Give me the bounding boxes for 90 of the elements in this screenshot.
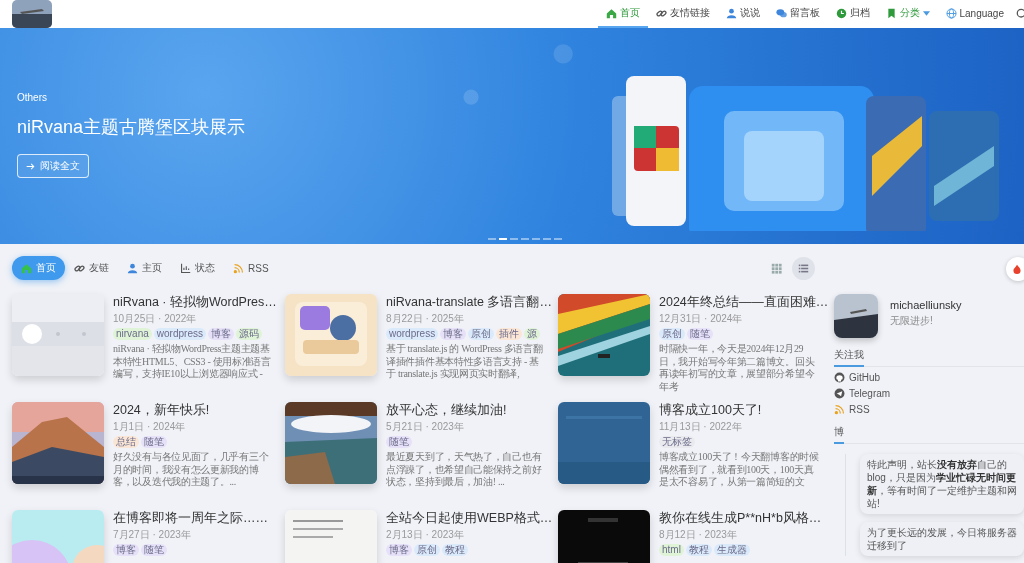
chat-bubbles-icon (775, 7, 787, 19)
post-tag[interactable]: wordpress (386, 328, 439, 340)
post-tag[interactable]: 博客 (440, 328, 467, 340)
post-title[interactable]: niRvana · 轻拟物WordPres… (113, 294, 277, 311)
post-excerpt: 最近夏天到了，天气热了，自己也有点浮躁了，也希望自己能保持之前好状态，坚持到最后，加油! ... (386, 451, 543, 489)
note-bubble: 为了更长远的发展，今日将服务器迁移到了 (860, 522, 1024, 556)
nav-link[interactable]: 归档 (827, 0, 878, 28)
post-tag[interactable]: 原创 (659, 328, 685, 340)
post-tag[interactable]: 博客 (386, 544, 412, 556)
note-bubble: 特此声明，站长没有放弃自己的blog，只是因为学业忙碌无时间更新，等有时间了一定维护主题和网站! (860, 454, 1024, 514)
chart-icon (180, 262, 191, 274)
home-icon (605, 7, 617, 19)
post-title[interactable]: 博客成立100天了! (659, 402, 762, 419)
post-tag[interactable]: 博客 (207, 328, 234, 340)
list-view-button[interactable] (792, 256, 815, 280)
arrow-right-icon (26, 161, 35, 171)
post-title[interactable]: 在博客即将一周年之际…… (113, 510, 268, 527)
post-date: 10月25日 · 2022年 (113, 312, 197, 326)
post-excerpt: 基于 translate.js 的 WordPress 多语言翻译插件插件基本特性多语言支持 - 基于 translate.js 实现网页实时翻译, (386, 343, 544, 381)
bookmark-icon (885, 7, 897, 19)
social-link[interactable]: Telegram (834, 388, 891, 399)
nav-link[interactable]: 留言板 (767, 0, 828, 28)
social-link[interactable]: RSS (834, 404, 870, 415)
post-tag[interactable]: 随笔 (687, 328, 713, 340)
post-tag[interactable]: 生成器 (713, 544, 750, 556)
nav-link[interactable]: 首页 (597, 0, 648, 28)
home-icon (21, 262, 32, 274)
post-tag[interactable]: 原创 (414, 544, 440, 556)
hot-posts-button[interactable] (1006, 257, 1024, 281)
post-title[interactable]: niRvana-translate 多语言翻… (386, 294, 552, 311)
post-tag[interactable]: 教程 (685, 544, 712, 556)
post-tag[interactable]: 原创 (468, 328, 495, 340)
globe-icon (945, 7, 957, 19)
github-icon (834, 372, 845, 383)
post-category: Others (17, 92, 47, 103)
read-more-button[interactable]: 阅读全文 (17, 154, 89, 178)
post-tag[interactable]: nirvana (113, 328, 152, 340)
section-heading: 关注我 (834, 348, 864, 367)
filter-tab[interactable]: 主页 (118, 256, 171, 280)
post-tag[interactable]: 随笔 (386, 436, 412, 448)
filter-tab[interactable]: RSS (224, 257, 278, 279)
clock-icon (835, 7, 847, 19)
post-date: 12月31日 · 2024年 (659, 312, 743, 326)
post-tag[interactable]: 源 (524, 328, 541, 340)
rss-icon (233, 262, 244, 274)
post-title[interactable]: 全站今日起使用WEBP格式… (386, 510, 553, 527)
nav-link[interactable]: 说说 (717, 0, 768, 28)
post-excerpt: niRvana · 轻拟物WordPress主题主题基本特性HTML5、CSS3 - 使用标准语言编写，支持IE10以上浏览器响应式 - (113, 343, 272, 381)
hero-title: niRvana主题古腾堡区块展示 (17, 116, 246, 139)
nav-link[interactable]: Language (937, 0, 1012, 28)
grid-icon (771, 262, 782, 274)
author-motto: 无限进步! (890, 314, 934, 328)
post-date: 11月13日 · 2022年 (659, 420, 742, 434)
paper-plane-icon (834, 388, 845, 399)
post-title[interactable]: 教你在线生成P**nH*b风格… (659, 510, 822, 527)
post-date: 8月12日 · 2023年 (659, 528, 737, 542)
post-date: 2月13日 · 2023年 (386, 528, 464, 542)
post-title[interactable]: 2024，新年快乐! (113, 402, 210, 419)
post-tag[interactable]: wordpress (153, 328, 206, 340)
post-tag[interactable]: 博客 (113, 544, 139, 556)
post-title[interactable]: 放平心态，继续加油! (386, 402, 507, 419)
filter-tab[interactable]: 状态 (171, 256, 224, 280)
post-date: 5月21日 · 2023年 (386, 420, 464, 434)
post-tag[interactable]: 无标签 (659, 436, 695, 448)
post-tag[interactable]: 源码 (235, 328, 262, 340)
section-heading: 博 (834, 425, 844, 444)
post-title[interactable]: 2024年终总结——直面困难… (659, 294, 829, 311)
post-excerpt: 好久没有与各位见面了，几乎有三个月的时间，我没有怎么更新我的博客，以及迭代我的主题了。... (113, 451, 270, 489)
nav-link[interactable]: 友情链接 (647, 0, 718, 28)
rss-icon (834, 404, 845, 415)
post-tag[interactable]: 总结 (113, 436, 139, 448)
post-date: 8月22日 · 2025年 (386, 312, 464, 326)
post-date: 7月27日 · 2023年 (113, 528, 191, 542)
social-link[interactable]: GitHub (834, 372, 881, 383)
caret-icon (922, 10, 930, 16)
user-icon (725, 7, 737, 19)
post-excerpt: 博客成立100天了！今天翻博客的时候偶然看到了，就看到100天，100天真是太不容易了，从第一篇简短的文 (659, 451, 820, 489)
post-tag[interactable]: 教程 (442, 544, 468, 556)
post-tag[interactable]: 插件 (496, 328, 523, 340)
post-tag[interactable]: 随笔 (141, 544, 167, 556)
post-tag[interactable]: 随笔 (141, 436, 167, 448)
post-tag[interactable]: html (659, 544, 684, 556)
author-name: michaelliunsky (890, 299, 962, 311)
post-date: 1月1日 · 2024年 (113, 420, 186, 434)
user-icon (127, 262, 138, 274)
list-icon (798, 262, 809, 274)
filter-tab[interactable]: 首页 (12, 256, 65, 280)
post-excerpt: 时隔快一年，今天是2024年12月29日，我开始写今年第二篇博文。回头再读年初写的文章，展望部分希望今年考 (659, 343, 816, 393)
filter-tab[interactable]: 友链 (65, 256, 118, 280)
nav-link[interactable]: 分类 (877, 0, 938, 28)
